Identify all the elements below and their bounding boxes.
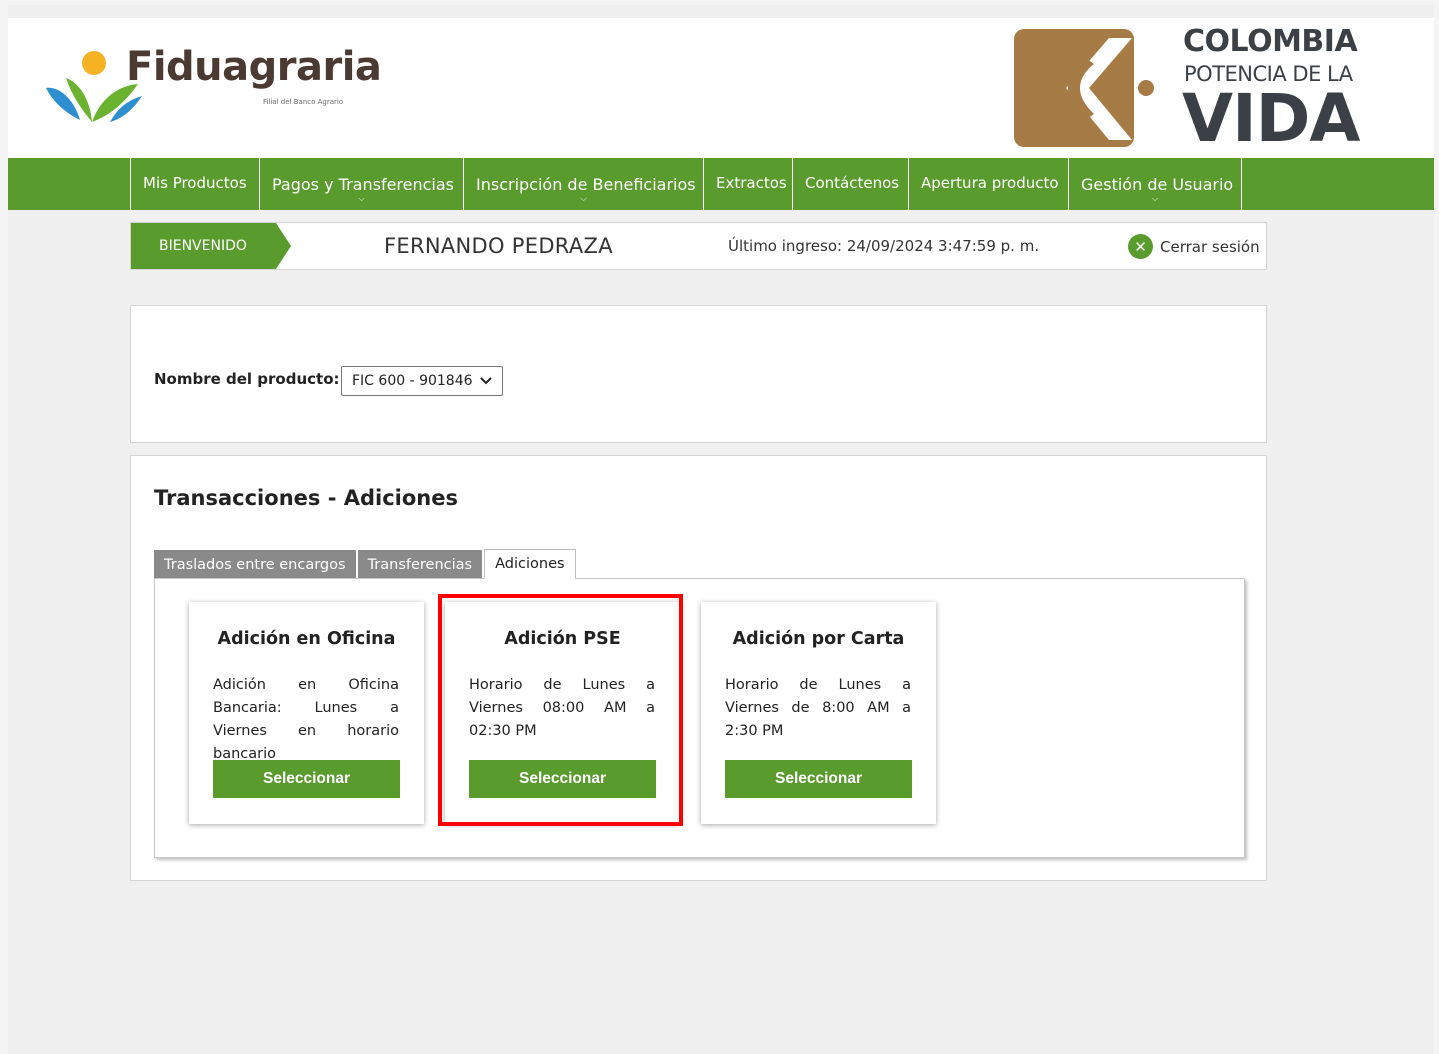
- transactions-title: Transacciones - Adiciones: [154, 486, 458, 510]
- brand-name: Fiduagraria: [126, 44, 382, 90]
- nav-mis-productos[interactable]: Mis Productos: [130, 158, 259, 210]
- product-select[interactable]: FIC 600 - 901846: [341, 366, 503, 396]
- card-title: Adición PSE: [504, 629, 621, 649]
- nav-inscripcion-beneficiarios[interactable]: Inscripción de Beneficiarios ⌵: [463, 158, 703, 210]
- card-text: Horario de Lunes a Viernes de 8:00 AM a …: [725, 677, 911, 739]
- card-adicion-oficina: Adición en Oficina Adición en Oficina Ba…: [189, 602, 424, 824]
- card-text: Horario de Lunes a Viernes 08:00 AM a 02…: [469, 677, 655, 739]
- card-adicion-carta: Adición por Carta Horario de Lunes a Vie…: [701, 602, 936, 824]
- transactions-panel: Transacciones - Adiciones Traslados entr…: [130, 455, 1267, 881]
- card-title: Adición en Oficina: [217, 629, 396, 649]
- nav-label: Apertura producto: [921, 174, 1059, 192]
- main-nav: Mis Productos Pagos y Transferencias ⌵ I…: [8, 158, 1434, 210]
- select-oficina-button[interactable]: Seleccionar: [213, 760, 400, 798]
- tab-content: Adición en Oficina Adición en Oficina Ba…: [154, 578, 1245, 858]
- tab-adiciones[interactable]: Adiciones: [484, 549, 576, 579]
- brand-subtitle: Filial del Banco Agrario: [263, 98, 344, 106]
- product-selected-value: FIC 600 - 901846: [352, 373, 473, 389]
- nav-label: Contáctenos: [805, 174, 900, 192]
- welcome-bar: BIENVENIDO FERNANDO PEDRAZA Último ingre…: [130, 222, 1267, 270]
- product-panel: Nombre del producto: FIC 600 - 901846: [130, 305, 1267, 443]
- welcome-tag: BIENVENIDO: [131, 223, 291, 269]
- close-circle-icon: ✕: [1128, 234, 1153, 259]
- header: Fiduagraria Filial del Banco Agrario COL…: [8, 18, 1434, 158]
- nav-label: Pagos y Transferencias: [272, 174, 455, 194]
- user-name: FERNANDO PEDRAZA: [384, 234, 613, 258]
- gov-line-1: COLOMBIA: [1183, 24, 1358, 59]
- tab-traslados[interactable]: Traslados entre encargos: [154, 550, 358, 579]
- nav-label: Gestión de Usuario: [1081, 174, 1234, 194]
- nav-gestion-usuario[interactable]: Gestión de Usuario ⌵: [1068, 158, 1242, 210]
- chevron-down-icon: ⌵: [580, 194, 587, 203]
- transactions-tabs: Traslados entre encargos Transferencias …: [154, 549, 576, 579]
- select-carta-button[interactable]: Seleccionar: [725, 760, 912, 798]
- select-pse-button[interactable]: Seleccionar: [469, 760, 656, 798]
- logout-label: Cerrar sesión: [1160, 237, 1260, 256]
- nav-label: Extractos: [716, 174, 787, 192]
- nav-apertura-producto[interactable]: Apertura producto: [908, 158, 1068, 210]
- chevron-down-icon: ⌵: [1151, 194, 1159, 203]
- nav-pagos-transferencias[interactable]: Pagos y Transferencias ⌵: [259, 158, 463, 210]
- nav-extractos[interactable]: Extractos: [703, 158, 792, 210]
- logout-button[interactable]: ✕ Cerrar sesión: [1128, 234, 1260, 259]
- gov-line-3: VIDA: [1182, 80, 1360, 157]
- card-adicion-pse: Adición PSE Horario de Lunes a Viernes 0…: [445, 602, 680, 824]
- product-label: Nombre del producto:: [154, 370, 340, 388]
- last-login: Último ingreso: 24/09/2024 3:47:59 p. m.: [728, 237, 1040, 255]
- tab-transferencias[interactable]: Transferencias: [357, 550, 485, 579]
- nav-label: Inscripción de Beneficiarios: [476, 174, 696, 194]
- card-title: Adición por Carta: [732, 629, 905, 649]
- nav-label: Mis Productos: [143, 174, 247, 192]
- nav-contactenos[interactable]: Contáctenos: [792, 158, 908, 210]
- card-text: Adición en Oficina Bancaria: Lunes a Vie…: [213, 677, 399, 762]
- chevron-down-icon: ⌵: [358, 194, 365, 203]
- chevron-down-icon: [480, 377, 492, 385]
